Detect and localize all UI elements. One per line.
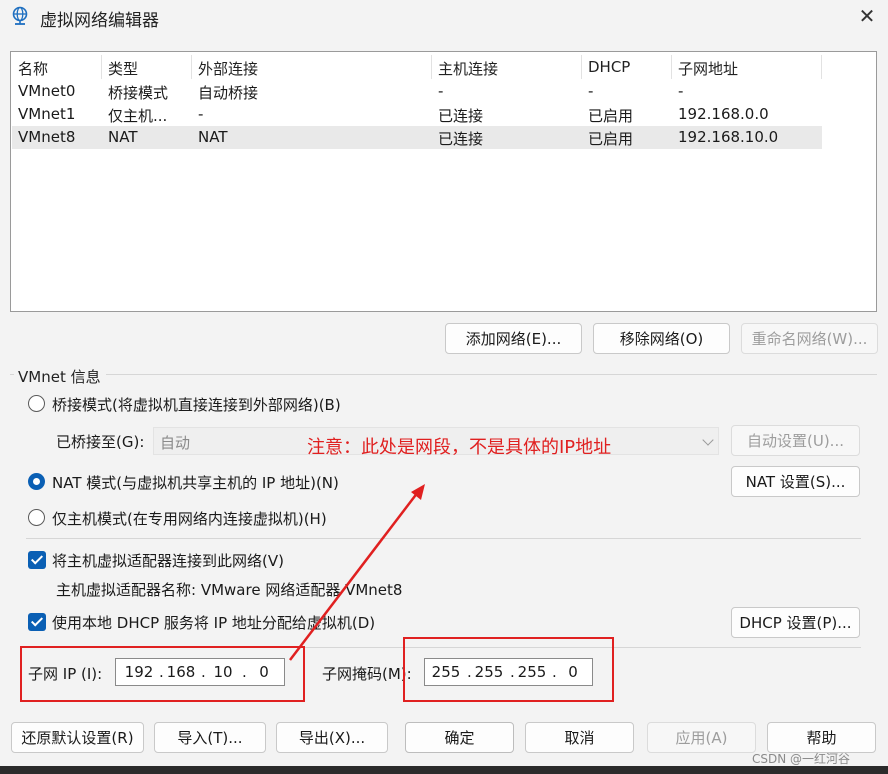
taskbar-strip — [0, 766, 888, 774]
export-button[interactable]: 导出(X)... — [276, 722, 388, 753]
annotation-arrow — [289, 484, 425, 661]
watermark: CSDN @一红河谷 — [752, 752, 851, 766]
ok-button[interactable]: 确定 — [405, 722, 514, 753]
restore-defaults-button[interactable]: 还原默认设置(R) — [11, 722, 144, 753]
help-button[interactable]: 帮助 — [767, 722, 876, 753]
import-button[interactable]: 导入(T)... — [154, 722, 266, 753]
cancel-button[interactable]: 取消 — [525, 722, 634, 753]
apply-button[interactable]: 应用(A) — [647, 722, 756, 753]
